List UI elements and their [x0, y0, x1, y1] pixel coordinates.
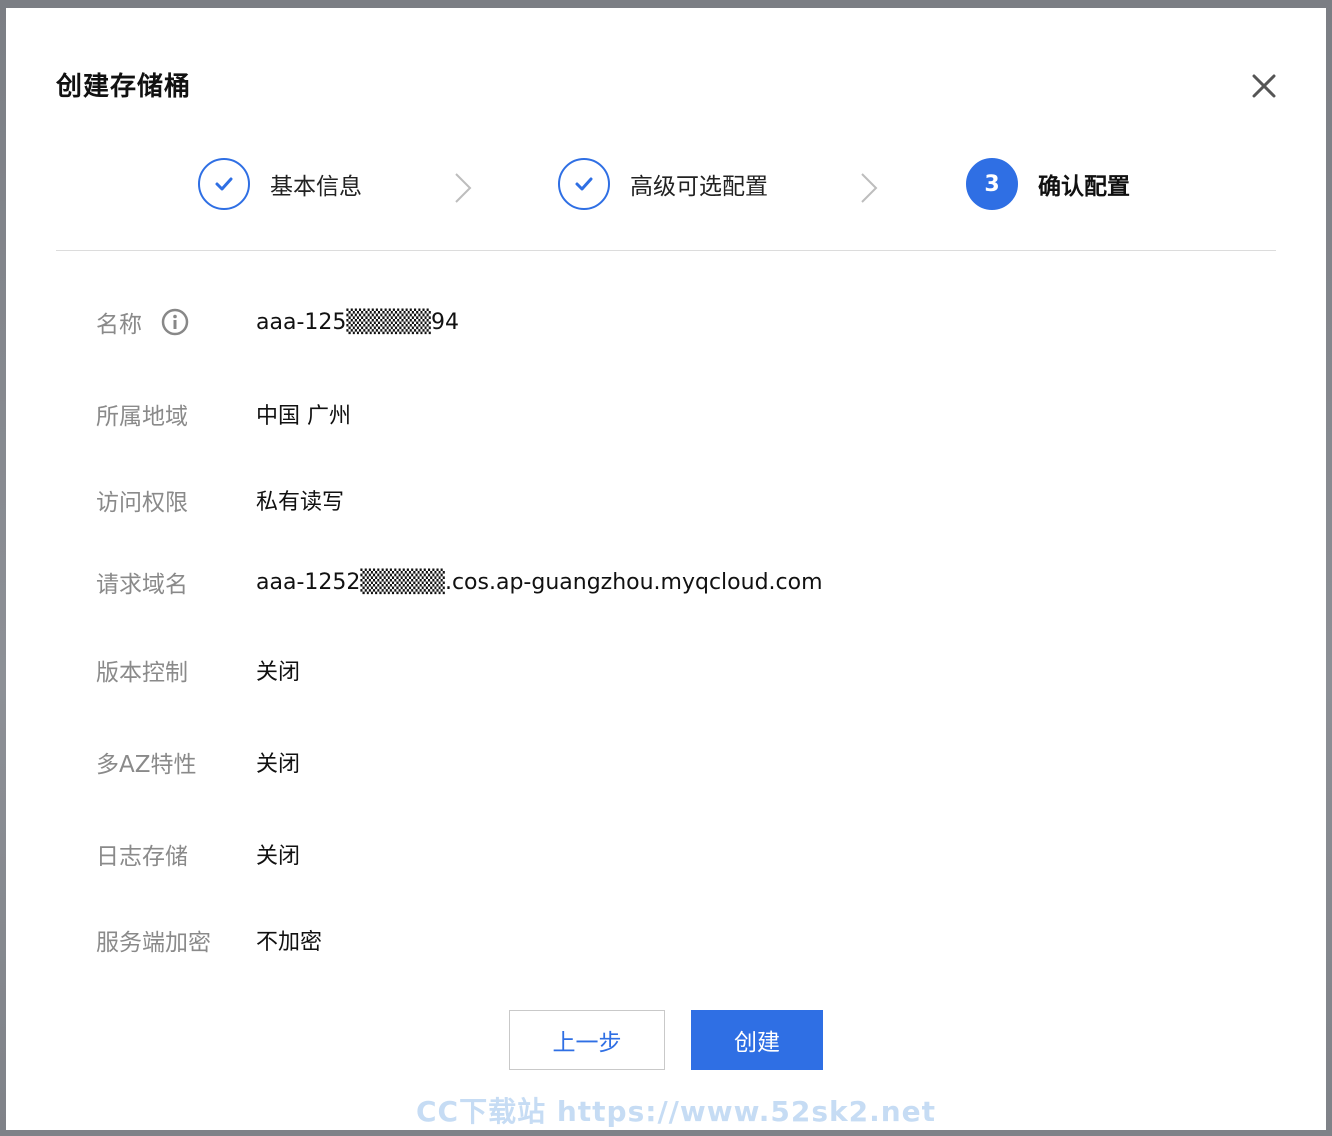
step-confirm-config: 3 确认配置 [966, 156, 1130, 212]
chevron-right-icon [452, 170, 474, 206]
dialog-title: 创建存储桶 [56, 72, 192, 102]
header-divider [56, 250, 1276, 251]
step-basic-info: 基本信息 [198, 156, 362, 212]
create-bucket-dialog: 创建存储桶 基本信息 高级可选配置 3 确认配置 名称 aaa-125▒▒▒▒▒… [6, 8, 1326, 1130]
field-label: 服务端加密 [96, 930, 211, 956]
chevron-right-icon [858, 170, 880, 206]
step-number: 3 [984, 171, 1000, 197]
field-row-logging: 日志存储 关闭 [6, 834, 1326, 874]
field-label: 所属地域 [96, 404, 188, 430]
watermark: CC下载站 https://www.52sk2.net [416, 1095, 937, 1128]
step-label: 高级可选配置 [630, 174, 768, 200]
field-row-domain: 请求域名 aaa-1252▒▒▒▒▒.cos.ap-guangzhou.myqc… [6, 562, 1326, 602]
field-value: 关闭 [256, 844, 301, 869]
field-row-region: 所属地域 中国 广州 [6, 394, 1326, 434]
check-icon [558, 158, 610, 210]
field-value: 关闭 [256, 660, 301, 685]
field-value: 不加密 [256, 930, 323, 955]
step-number-badge: 3 [966, 158, 1018, 210]
create-button[interactable]: 创建 [691, 1010, 823, 1070]
field-value: aaa-1252▒▒▒▒▒.cos.ap-guangzhou.myqcloud.… [256, 569, 823, 595]
field-label: 访问权限 [96, 490, 188, 516]
field-value: 关闭 [256, 752, 301, 777]
field-row-encryption: 服务端加密 不加密 [6, 920, 1326, 960]
field-row-name: 名称 aaa-125▒▒▒▒▒94 [6, 302, 1326, 342]
field-row-access: 访问权限 私有读写 [6, 480, 1326, 520]
field-label: 版本控制 [96, 660, 188, 686]
check-icon [198, 158, 250, 210]
field-value: 私有读写 [256, 490, 345, 515]
field-value: aaa-125▒▒▒▒▒94 [256, 309, 459, 335]
field-label: 多AZ特性 [96, 752, 197, 778]
previous-step-button[interactable]: 上一步 [509, 1010, 665, 1070]
field-label: 日志存储 [96, 844, 188, 870]
close-icon[interactable] [1246, 68, 1282, 104]
field-value: 中国 广州 [256, 404, 351, 429]
field-label: 名称 [96, 312, 142, 338]
info-icon[interactable] [160, 307, 190, 337]
step-indicator: 基本信息 高级可选配置 3 确认配置 [6, 156, 1326, 212]
field-label: 请求域名 [96, 572, 188, 598]
field-row-multi-az: 多AZ特性 关闭 [6, 742, 1326, 782]
step-label: 确认配置 [1038, 174, 1130, 200]
step-label: 基本信息 [270, 174, 362, 200]
field-row-versioning: 版本控制 关闭 [6, 650, 1326, 690]
step-advanced-config: 高级可选配置 [558, 156, 768, 212]
